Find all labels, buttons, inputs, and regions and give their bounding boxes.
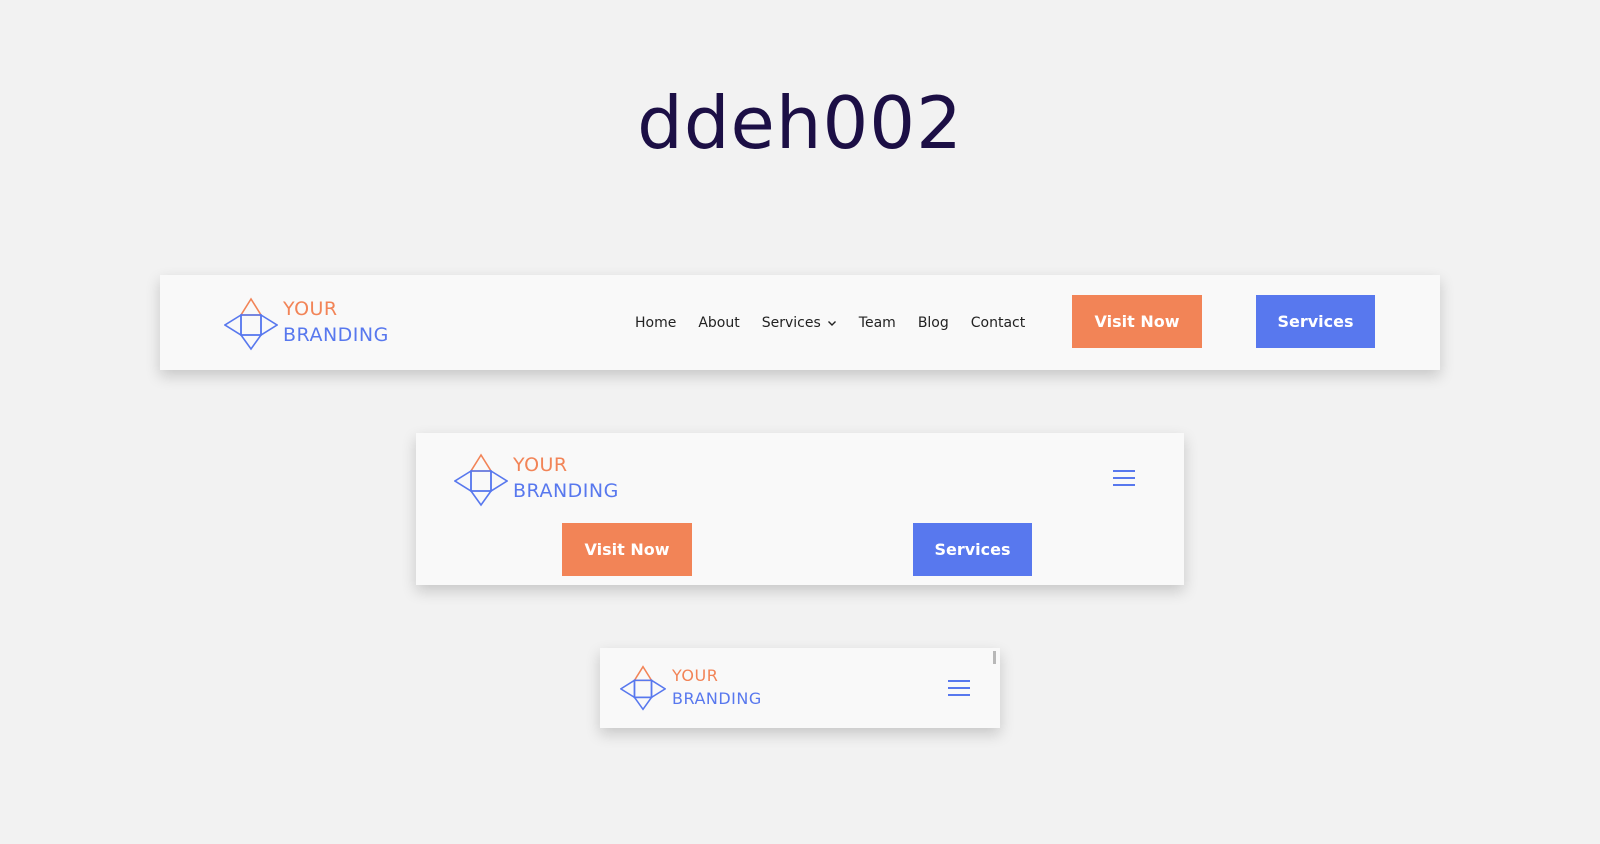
header-mobile: YOUR BRANDING [600, 648, 1000, 728]
logo-icon [454, 453, 508, 507]
nav-item-services[interactable]: Services [762, 315, 837, 331]
logo-icon [224, 297, 278, 351]
hamburger-menu-icon[interactable] [1113, 470, 1135, 486]
nav-item-label: Services [761, 314, 821, 331]
nav-item-home[interactable]: Home [635, 315, 676, 331]
nav-item-label: Contact [970, 314, 1026, 331]
nav-item-contact[interactable]: Contact [971, 315, 1025, 331]
logo-link[interactable]: YOUR BRANDING [224, 297, 404, 351]
nav-item-about[interactable]: About [698, 315, 739, 331]
page-title: ddeh002 [637, 81, 963, 165]
visit-now-button[interactable]: Visit Now [1072, 295, 1202, 348]
header-tablet: YOUR BRANDING Visit Now Services [416, 433, 1184, 585]
chevron-down-icon [827, 320, 836, 326]
main-nav: Home About Services Team Blog Contact [635, 275, 1047, 370]
hamburger-menu-icon[interactable] [948, 680, 970, 696]
nav-item-label: Team [858, 314, 896, 331]
services-button[interactable]: Services [1256, 295, 1375, 348]
logo-text-branding: BRANDING [672, 689, 762, 708]
logo-text-your: YOUR [672, 666, 719, 685]
logo-link[interactable]: YOUR BRANDING [454, 453, 634, 507]
visit-now-button[interactable]: Visit Now [562, 523, 692, 576]
logo-text-your: YOUR [283, 298, 338, 320]
nav-item-blog[interactable]: Blog [918, 315, 949, 331]
nav-item-team[interactable]: Team [859, 315, 896, 331]
logo-text-branding: BRANDING [283, 324, 389, 346]
logo-text-your: YOUR [513, 454, 568, 476]
nav-item-label: About [698, 314, 740, 331]
logo-icon [620, 665, 666, 711]
services-button[interactable]: Services [913, 523, 1032, 576]
logo-link[interactable]: YOUR BRANDING [620, 665, 780, 711]
nav-item-label: Blog [917, 314, 949, 331]
header-desktop: YOUR BRANDING Home About Services Team B… [160, 275, 1440, 370]
logo-text-branding: BRANDING [513, 480, 619, 502]
scrollbar-thumb[interactable] [993, 651, 996, 664]
nav-item-label: Home [635, 314, 677, 331]
